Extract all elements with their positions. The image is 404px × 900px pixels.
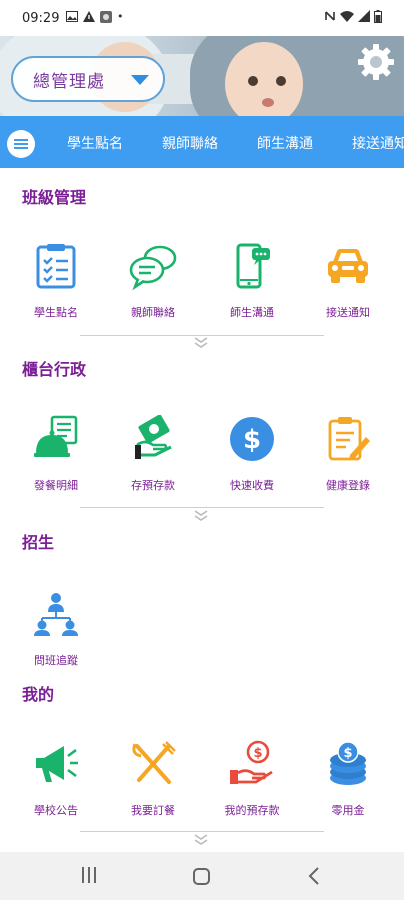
tile-meal-details[interactable]: 發餐明細 (16, 415, 96, 510)
app-icon (100, 10, 112, 23)
clipboard-pencil-icon (328, 417, 370, 461)
status-time: 09:29 (22, 11, 60, 26)
tile-label: 存預存款 (131, 479, 175, 492)
svg-text:$: $ (243, 425, 261, 455)
section-title-enrollment: 招生 (22, 533, 55, 552)
tile-school-announcement[interactable]: 學校公告 (16, 740, 96, 835)
section-title-class-management: 班級管理 (22, 188, 87, 207)
status-right-icons (324, 10, 382, 23)
tile-health-register[interactable]: 健康登錄 (308, 415, 388, 510)
menu-button[interactable] (7, 130, 35, 158)
coin-hand-icon: $ (230, 740, 273, 784)
tile-label: 問班追蹤 (34, 654, 78, 667)
wifi-icon (340, 11, 354, 22)
tile-label: 親師聯絡 (131, 306, 175, 319)
tab-student-attendance[interactable]: 學生點名 (67, 133, 123, 153)
coin-stack-icon: $ (330, 741, 366, 785)
tile-label: 健康登錄 (326, 479, 370, 492)
team-icon (34, 593, 78, 636)
status-left-icons: • (66, 10, 124, 23)
section-title-mine: 我的 (22, 685, 55, 704)
battery-icon (374, 10, 382, 23)
chat-bubbles-icon (129, 245, 177, 290)
clipboard-icon (36, 244, 76, 289)
tile-label: 我的預存款 (224, 804, 280, 817)
tile-label: 學校公告 (34, 804, 78, 817)
tab-teacher-student[interactable]: 師生溝通 (257, 133, 313, 153)
home-icon[interactable] (193, 868, 210, 885)
car-icon (328, 249, 368, 283)
tile-label: 學生點名 (34, 306, 78, 319)
tile-label: 我要訂餐 (131, 804, 175, 817)
tile-quick-payment[interactable]: $ 快速收費 (212, 415, 292, 510)
tile-student-attendance[interactable]: 學生點名 (16, 242, 96, 337)
meal-tray-icon (34, 415, 78, 457)
status-bar: 09:29 • (0, 0, 404, 36)
tile-label: 發餐明細 (34, 479, 78, 492)
tile-my-deposit[interactable]: $ 我的預存款 (212, 740, 292, 835)
section-title-front-desk: 櫃台行政 (22, 360, 87, 379)
recents-icon[interactable] (82, 867, 96, 883)
signal-icon (358, 10, 370, 22)
tile-prepaid-deposit[interactable]: 存預存款 (113, 415, 193, 510)
double-chevron-down-icon[interactable] (193, 337, 209, 349)
back-icon[interactable] (308, 866, 320, 886)
megaphone-icon (36, 746, 78, 782)
svg-text:$: $ (253, 746, 262, 761)
divider (80, 831, 324, 832)
phone-chat-icon (236, 243, 270, 289)
warning-icon (83, 11, 95, 22)
org-select-value: 總管理處 (33, 71, 105, 92)
tile-parent-contact[interactable]: 親師聯絡 (113, 242, 193, 337)
tile-petty-cash[interactable]: $ 零用金 (308, 740, 388, 835)
tile-label: 零用金 (331, 804, 365, 817)
divider (80, 335, 324, 336)
tile-teacher-student[interactable]: 師生溝通 (212, 242, 292, 337)
tile-order-meal[interactable]: 我要訂餐 (113, 740, 193, 835)
double-chevron-down-icon[interactable] (193, 510, 209, 522)
svg-text:$: $ (343, 746, 352, 761)
tab-pickup-notice[interactable]: 接送通知 (352, 133, 404, 153)
tile-label: 師生溝通 (230, 306, 274, 319)
tile-class-tracking[interactable]: 問班追蹤 (16, 590, 96, 685)
status-dot: • (117, 10, 124, 23)
dollar-circle-icon: $ (230, 417, 274, 461)
tile-pickup-notice[interactable]: 接送通知 (308, 242, 388, 337)
tile-label: 接送通知 (326, 306, 370, 319)
org-select[interactable]: 總管理處 (11, 56, 165, 102)
gear-icon[interactable] (356, 42, 396, 82)
divider (80, 507, 324, 508)
money-hand-icon (135, 415, 172, 459)
nfc-icon (325, 11, 335, 21)
double-chevron-down-icon[interactable] (193, 834, 209, 846)
tab-parent-contact[interactable]: 親師聯絡 (162, 133, 218, 153)
dropdown-arrow-icon (131, 75, 149, 85)
fork-knife-icon (132, 741, 176, 784)
image-icon (66, 11, 78, 22)
tile-label: 快速收費 (230, 479, 274, 492)
